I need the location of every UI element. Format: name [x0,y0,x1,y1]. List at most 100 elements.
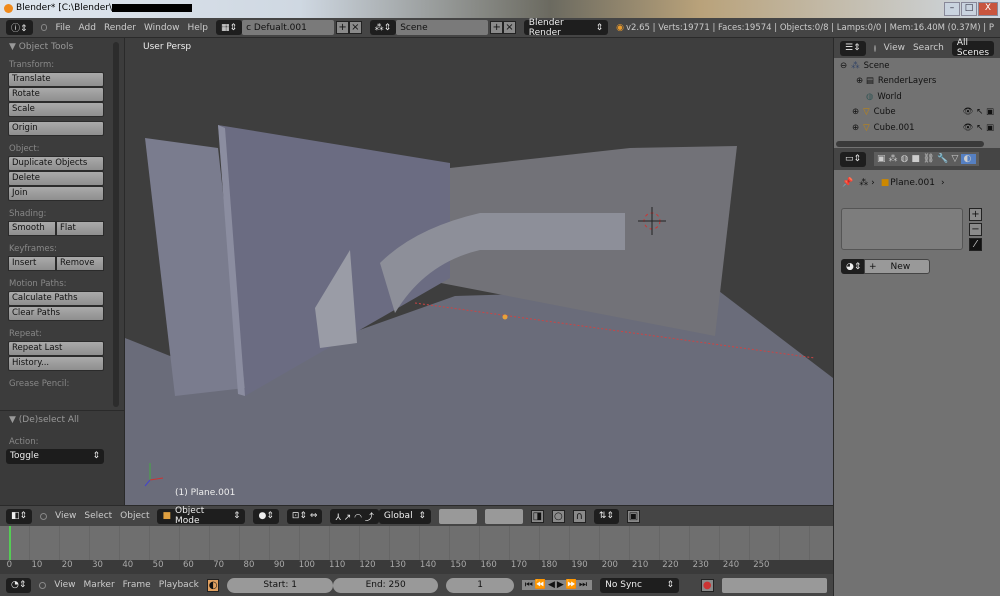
editor-type-3d-icon[interactable]: ◧⇕ [6,508,33,524]
current-frame-indicator[interactable] [9,526,11,560]
collapse-menu-icon[interactable] [40,24,48,31]
outliner-item-cube-001[interactable]: ⊕ ▽ Cube.001 👁 ↖ ▣ [834,120,1000,136]
editor-type-outliner-icon[interactable]: ☰⇕ [840,40,866,56]
history-button[interactable]: History... [8,356,104,371]
section-label: Transform: [9,60,55,70]
action-select[interactable]: Toggle ⇕ [6,449,104,464]
editor-type-properties-icon[interactable]: ▭⇕ [840,151,867,167]
visibility-icons[interactable]: 👁 ↖ ▣ [963,107,994,117]
layers-grid-2[interactable] [484,508,523,524]
preview-range-icon[interactable]: ◐ [206,578,220,592]
remove-slot-button[interactable]: − [969,223,982,236]
duplicate-objects-button[interactable]: Duplicate Objects [8,156,104,171]
repeat-last-button[interactable]: Repeat Last [8,341,104,356]
snap-icon[interactable]: ∩ [572,509,586,523]
remove-scene-button[interactable]: × [503,21,516,34]
start-frame-field[interactable]: Start: 1 [227,577,333,593]
calculate-paths-button[interactable]: Calculate Paths [8,291,104,306]
outliner-item-cube[interactable]: ⊕ ▽ Cube 👁 ↖ ▣ [834,105,1000,121]
lock-layers-icon[interactable]: ◨ [530,509,544,523]
render-opengl-icon[interactable]: ▣ [626,509,640,523]
smooth-button[interactable]: Smooth [8,221,56,236]
screen-layout-icon[interactable]: ▦⇕ [216,20,243,35]
remove-keyframe-button[interactable]: Remove [56,256,104,271]
material-slot-list[interactable] [841,208,963,250]
display-mode-select[interactable]: All Scenes [951,38,995,58]
menu-object[interactable]: Object [120,511,149,521]
collapse-menu-icon[interactable] [39,581,47,589]
manipulator-icons[interactable]: ⅄ ↗ ◠ ⤴ [330,508,379,524]
maximize-button[interactable]: □ [961,2,977,16]
menu-view[interactable]: View [55,511,76,521]
menu-marker[interactable]: Marker [84,580,115,590]
slot-specials-button[interactable]: ⁄ [969,238,982,251]
section-label: Motion Paths: [9,279,67,289]
rotate-button[interactable]: Rotate [8,87,104,102]
layers-grid-1[interactable] [438,508,477,524]
browse-material-icon[interactable]: ◕⇕ [841,259,867,274]
viewport-shading-select[interactable]: ●⇕ [253,508,279,524]
3d-view-header: ◧⇕ View Select Object ■ Object Mode ⇕ ●⇕ ⊡… [0,505,833,526]
menu-window[interactable]: Window [144,23,180,33]
collapse-menu-icon[interactable] [40,512,48,520]
tool-shelf-scrollbar[interactable] [113,42,119,407]
menu-playback[interactable]: Playback [159,580,199,590]
orientation-select[interactable]: Global ⇕ [378,508,431,524]
add-scene-button[interactable]: + [490,21,504,34]
delete-button[interactable]: Delete [8,171,104,186]
menu-help[interactable]: Help [187,23,208,33]
add-screen-button[interactable]: + [336,21,349,34]
new-material-button[interactable]: + New [864,259,930,274]
outliner-item-world[interactable]: ◍ World [834,89,1000,105]
menu-view[interactable]: View [884,43,905,53]
object-tools-panel-title[interactable]: ▼ Object Tools [0,38,124,52]
menu-frame[interactable]: Frame [123,580,151,590]
current-frame-field[interactable]: 1 [446,577,514,593]
join-button[interactable]: Join [8,186,104,201]
proportional-edit-icon[interactable]: ○ [551,509,565,523]
scene-icon[interactable]: ⁂⇕ [369,20,397,35]
remove-screen-button[interactable]: × [348,21,362,34]
collapse-menu-icon[interactable] [873,44,876,52]
render-engine-select[interactable]: Blender Render ⇕ [523,18,609,38]
origin-button[interactable]: Origin [8,121,104,136]
editor-type-info-icon[interactable]: ⓘ⇕ [6,20,33,35]
panel-title: Object Tools [18,42,74,52]
timeline-ruler[interactable]: 0 10 20 30 40 50 60 70 80 90 100 110 120… [0,560,833,574]
screen-layout-field[interactable]: c Defualt.001 [242,20,335,35]
menu-render[interactable]: Render [104,23,136,33]
tick-label: 80 [243,560,255,570]
properties-context-tabs[interactable]: ▣⁂◍■⛓🔧▽ ◐ [874,152,980,166]
clear-paths-button[interactable]: Clear Paths [8,306,104,321]
pin-icon[interactable]: 📌 [842,178,853,188]
close-button[interactable]: X [978,2,998,16]
insert-keyframe-button[interactable]: Insert [8,256,56,271]
menu-add[interactable]: Add [79,23,96,33]
outliner-item-scene[interactable]: ⊖ ⁂ Scene [834,58,1000,74]
mode-select[interactable]: ■ Object Mode ⇕ [157,506,246,526]
menu-view[interactable]: View [54,580,75,590]
snap-element-select[interactable]: ⇅⇕ [593,508,619,524]
scene-field[interactable]: Scene [396,20,489,35]
pivot-select[interactable]: ⊡⇕ ⇔ [286,508,323,524]
3d-viewport[interactable]: User Persp (1) Plane.001 [125,38,833,505]
operator-panel-title[interactable]: ▼ (De)select All [0,411,124,425]
outliner-item-renderlayers[interactable]: ⊕ ▤ RenderLayers [834,74,1000,90]
record-button[interactable]: ● [700,578,714,592]
menu-search[interactable]: Search [913,43,944,53]
flat-button[interactable]: Flat [56,221,104,236]
properties-editor: ▭⇕ ▣⁂◍■⛓🔧▽ ◐ 📌 ⁂ › ■ Plane.001 › + − ⁄ ◕⇕ + N… [833,148,1000,596]
sync-select[interactable]: No Sync ⇕ [600,577,679,593]
playback-controls[interactable]: ⏮⏪◀▶⏩⏭ [521,580,593,590]
add-slot-button[interactable]: + [969,208,982,221]
end-frame-field[interactable]: End: 250 [332,577,439,593]
translate-button[interactable]: Translate [8,72,104,87]
outliner-scrollbar[interactable] [836,141,984,147]
keying-set-field[interactable] [721,577,828,593]
visibility-icons[interactable]: 👁 ↖ ▣ [963,123,994,133]
menu-select[interactable]: Select [84,511,112,521]
menu-file[interactable]: File [55,23,70,33]
scale-button[interactable]: Scale [8,102,104,117]
minimize-button[interactable]: – [944,2,960,16]
editor-type-timeline-icon[interactable]: ◔⇕ [6,577,32,593]
